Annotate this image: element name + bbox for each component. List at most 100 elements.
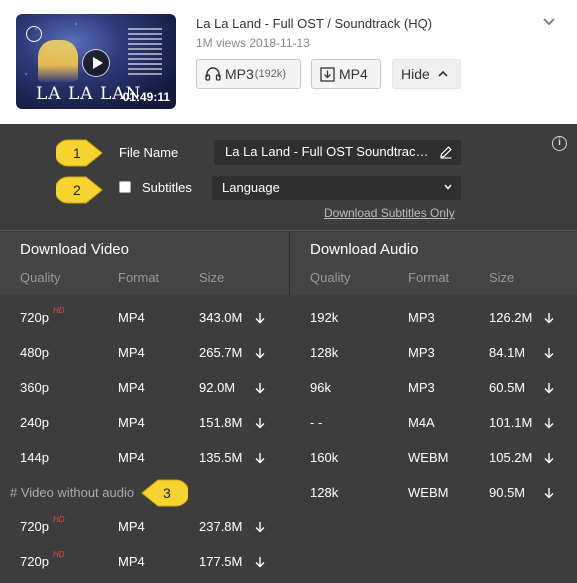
video-col-size: Size [199,270,225,285]
download-arrow-icon[interactable] [543,417,555,429]
audio-row-quality: 160k [310,450,339,465]
download-arrow-icon[interactable] [254,521,266,533]
audio-row-size: 90.5M [489,485,526,500]
thumbnail-moon [26,26,42,42]
audio-row-size: 84.1M [489,345,526,360]
video-duration: 01:49:11 [122,90,170,104]
video-row-size: 92.0M [199,380,236,395]
subtitles-checkbox[interactable] [119,181,131,193]
chevron-down-icon [444,184,452,190]
callout-3-label: 3 [163,485,171,501]
video-title: La La Land - Full OST / Soundtrack (HQ) [196,16,433,31]
audio-row-format: MP3 [408,380,435,395]
video-noaudio-row-size: 237.8M [199,519,243,534]
download-arrow-icon[interactable] [543,487,555,499]
download-video-title: Download Video [20,241,129,258]
download-arrow-icon[interactable] [254,312,266,324]
download-arrow-icon[interactable] [254,452,266,464]
subtitles-label: Subtitles [142,180,192,195]
download-arrow-icon[interactable] [254,382,266,394]
audio-row-quality: 96k [310,380,331,395]
video-meta: 1M views 2018-11-13 [196,36,310,50]
hd-badge: HD [53,306,65,315]
mp4-button[interactable]: MP4 [311,59,381,89]
audio-row-quality: 128k [310,485,339,500]
audio-row-format: M4A [408,415,435,430]
download-arrow-icon[interactable] [543,452,555,464]
audio-row-format: WEBM [408,450,449,465]
video-row-quality: 480p [20,345,49,360]
chevron-up-icon [438,70,448,77]
audio-col-format: Format [408,270,450,285]
video-noaudio-row-size: 177.5M [199,554,243,569]
download-subtitles-link[interactable]: Download Subtitles Only [324,206,455,220]
callout-2: 2 [56,176,103,204]
video-row-quality: 240p [20,415,49,430]
download-arrow-icon[interactable] [254,417,266,429]
callout-3: 3 [141,479,188,507]
video-row-size: 151.8M [199,415,243,430]
audio-row-quality: 192k [310,310,339,325]
audio-row-quality: - - [310,415,323,430]
audio-row-size: 126.2M [489,310,533,325]
audio-row-format: WEBM [408,485,449,500]
video-row-quality: 360p [20,380,49,395]
video-noaudio-row-format: MP4 [118,519,145,534]
download-arrow-icon[interactable] [254,347,266,359]
video-row-quality: 144p [20,450,49,465]
video-row-size: 135.5M [199,450,243,465]
column-divider [289,232,290,295]
pencil-icon[interactable] [439,145,453,159]
language-select[interactable]: Language [212,176,461,200]
mp3-button[interactable]: MP3 (192k) [196,59,301,89]
download-box-icon [320,66,335,82]
video-row-format: MP4 [118,415,145,430]
file-name-label: File Name [119,145,179,160]
audio-row-size: 60.5M [489,380,526,395]
video-thumbnail[interactable]: LA LA LAN 01:49:11 [16,14,176,109]
video-without-audio-label: # Video without audio [10,485,135,500]
section-divider [0,230,577,231]
chevron-down-icon[interactable] [541,14,557,30]
audio-col-quality: Quality [310,270,351,285]
mp3-bitrate: (192k) [254,68,286,80]
video-col-quality: Quality [20,270,61,285]
callout-1-label: 1 [73,145,81,161]
hd-badge: HD [53,515,65,524]
video-row-format: MP4 [118,450,145,465]
hide-label: Hide [401,66,430,82]
video-row-format: MP4 [118,345,145,360]
download-arrow-icon[interactable] [543,347,555,359]
play-icon[interactable] [82,49,110,77]
download-arrow-icon[interactable] [543,312,555,324]
video-row-format: MP4 [118,380,145,395]
callout-2-label: 2 [73,182,81,198]
hide-button[interactable]: Hide [392,59,461,89]
info-icon[interactable]: i [552,136,567,151]
video-row-format: MP4 [118,310,145,325]
audio-row-format: MP3 [408,310,435,325]
video-col-format: Format [118,270,160,285]
video-row-size: 343.0M [199,310,243,325]
download-audio-title: Download Audio [310,241,419,258]
audio-row-format: MP3 [408,345,435,360]
file-name-input[interactable]: La La Land - Full OST Soundtrack (HQ) [214,140,461,165]
video-noaudio-row-format: MP4 [118,554,145,569]
audio-row-quality: 128k [310,345,339,360]
callout-1: 1 [56,139,103,167]
audio-row-size: 105.2M [489,450,533,465]
thumbnail-dancers [38,40,78,82]
video-noaudio-row-quality: 720p [20,554,49,569]
video-row-size: 265.7M [199,345,243,360]
audio-row-size: 101.1M [489,415,533,430]
hd-badge: HD [53,550,65,559]
video-card: LA LA LAN 01:49:11 La La Land - Full OST… [0,0,577,124]
download-arrow-icon[interactable] [254,556,266,568]
video-noaudio-row-quality: 720p [20,519,49,534]
mp3-label: MP3 [225,66,254,82]
audio-col-size: Size [489,270,515,285]
download-arrow-icon[interactable] [543,382,555,394]
mp4-label: MP4 [339,66,368,82]
headphones-icon [205,67,221,81]
video-row-quality: 720p [20,310,49,325]
